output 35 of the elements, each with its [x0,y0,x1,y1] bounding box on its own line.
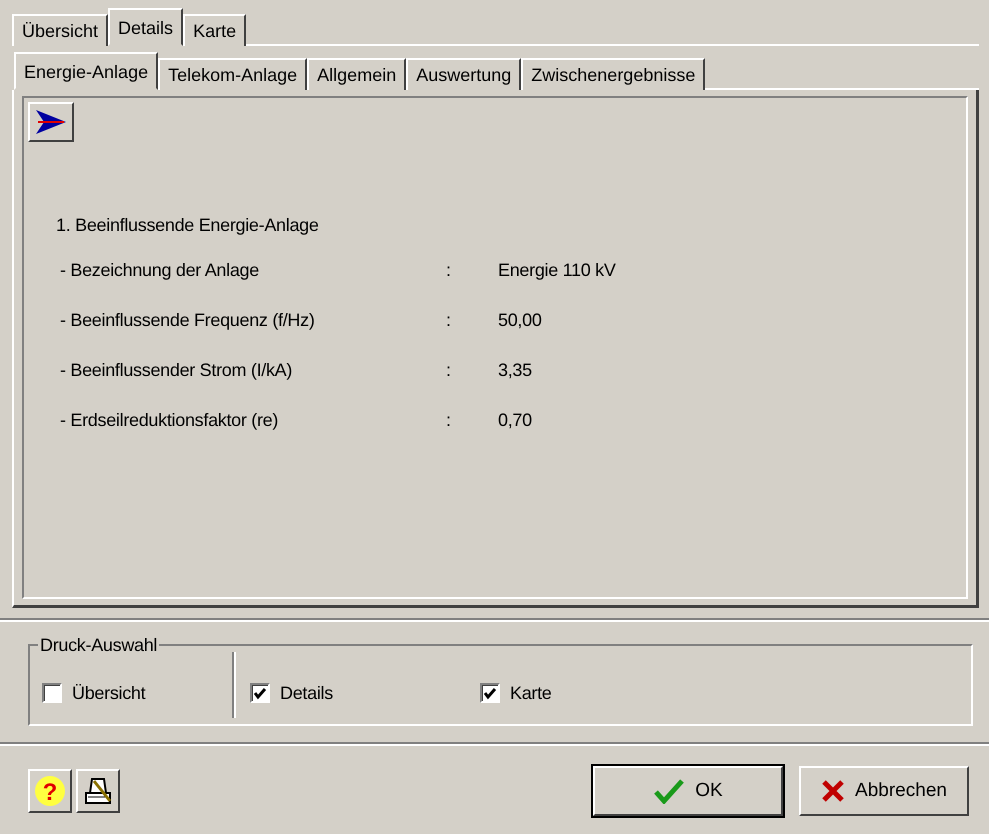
field-value: Energie 110 kV [498,258,616,282]
checkbox-label: Karte [510,682,552,704]
printer-icon [82,775,114,807]
colon: : [446,308,452,332]
tab[interactable]: Telekom-Anlage [158,58,308,90]
print-setup-button[interactable] [76,769,120,813]
field-label: - Erdseilreduktionsfaktor (re) [60,408,280,432]
field-value: 3,35 [498,358,532,382]
field-label: - Beeinflussender Strom (I/kA) [60,358,294,382]
tab[interactable]: Energie-Anlage [14,52,158,90]
x-icon [821,779,846,803]
field-value: 0,70 [498,408,532,432]
arrow-button[interactable] [28,102,74,142]
checkbox[interactable] [250,683,270,703]
cancel-button[interactable]: Abbrechen [799,766,969,816]
checkbox[interactable] [42,683,62,703]
section-title: 1. Beeinflussende Energie-Anlage [56,214,320,237]
tab[interactable]: Karte [183,14,246,46]
tab[interactable]: Details [108,8,184,46]
checkbox-label: Details [280,682,333,704]
ok-button[interactable]: OK [593,766,783,816]
checkbox-label: Übersicht [72,682,146,704]
field-label: - Beeinflussende Frequenz (f/Hz) [60,308,316,332]
colon: : [446,358,452,382]
colon: : [446,408,452,432]
field-label: - Bezeichnung der Anlage [60,258,260,282]
tab[interactable]: Übersicht [12,14,108,46]
tab[interactable]: Allgemein [307,58,406,90]
checkbox[interactable] [480,683,500,703]
tab[interactable]: Zwischenergebnisse [521,58,706,90]
checkmark-icon [653,778,686,804]
arrow-icon [34,108,68,136]
tab[interactable]: Auswertung [406,58,522,90]
field-value: 50,00 [498,308,542,332]
colon: : [446,258,452,282]
